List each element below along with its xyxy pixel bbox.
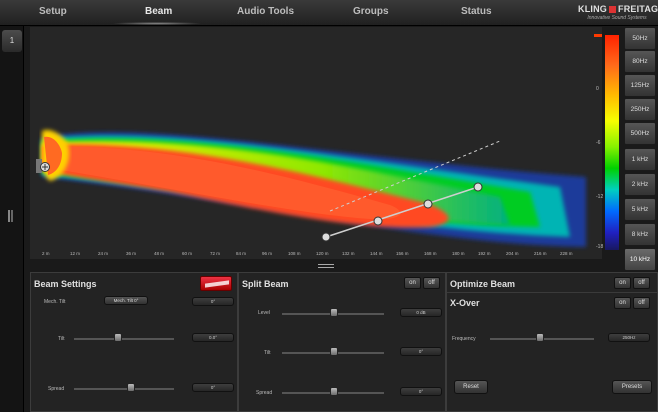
tilt-slider-track[interactable] [74,338,174,340]
x-tick: 132 m [342,251,355,256]
tilt-slider-knob[interactable] [114,333,122,342]
spread-slider-track[interactable] [74,388,174,390]
x-tick: 24 m [98,251,109,256]
x-tick: 120 m [316,251,329,256]
split-level-label: Level [258,310,270,316]
x-tick: 108 m [288,251,301,256]
x-tick: 192 m [478,251,491,256]
spread-field[interactable]: 0° [192,383,234,392]
colorbar-top-marker [594,34,602,37]
colorbar-tick: -12 [596,194,604,200]
freq-button-10khz[interactable]: 10 kHz [624,248,656,271]
split-beam-off-button[interactable]: off [423,277,440,289]
x-tick: 48 m [154,251,165,256]
brand-square-icon [609,6,616,14]
spread-label: Spread [48,386,65,392]
brand-left: KLING [578,4,607,14]
listener-mid-handle[interactable] [373,216,383,226]
beam-plot[interactable]: 2 m 12 m 24 m 36 m 48 m 60 m 72 m 84 m 9… [30,27,602,259]
freq-button-80hz[interactable]: 80Hz [624,50,656,73]
freq-button-125hz[interactable]: 125Hz [624,74,656,97]
colorbar-tick: -6 [596,140,601,146]
panel-resize-handle[interactable] [318,264,334,270]
xover-off-button[interactable]: off [633,297,650,309]
x-tick: 84 m [236,251,247,256]
freq-button-8khz[interactable]: 8 kHz [624,223,656,246]
page-one-button[interactable]: 1 [2,30,22,52]
x-tick: 72 m [210,251,221,256]
tilt-label: Tilt [58,336,65,342]
freq-button-5khz[interactable]: 5 kHz [624,198,656,221]
xover-on-button[interactable]: on [614,297,631,309]
top-nav-bar: Setup Beam Audio Tools Groups Status KLI… [0,0,658,26]
left-rail: 1 [0,26,24,412]
x-tick: 36 m [126,251,137,256]
optimize-off-button[interactable]: off [633,277,650,289]
split-spread-slider-knob[interactable] [330,387,338,396]
listener-point-handle[interactable] [423,199,433,209]
x-tick: 156 m [396,251,409,256]
split-spread-label: Spread [256,390,273,396]
listener-end-handle[interactable] [473,182,483,192]
section-divider [447,292,657,293]
colorbar-tick: -18 [596,244,604,250]
x-tick: 216 m [534,251,547,256]
split-beam-title: Split Beam [242,279,289,289]
rail-drag-handle-2[interactable] [11,210,13,222]
tab-status[interactable]: Status [461,6,492,17]
listener-start-handle[interactable] [321,232,331,242]
split-beam-on-button[interactable]: on [404,277,421,289]
split-level-slider-knob[interactable] [330,308,338,317]
x-tick: 168 m [424,251,437,256]
freq-button-2khz[interactable]: 2 kHz [624,173,656,196]
split-tilt-field[interactable]: 0° [400,347,442,356]
active-tab-indicator [112,22,202,25]
tab-beam[interactable]: Beam [145,6,172,17]
brand-subtitle: Innovative Sound Systems [587,15,647,21]
level-colorbar [605,35,619,250]
tab-audio-tools[interactable]: Audio Tools [237,6,294,17]
mech-tilt-field[interactable]: 0° [192,297,234,306]
split-spread-field[interactable]: 0° [400,387,442,396]
brand-logo: KLING FREITAG Innovative Sound Systems [578,4,658,21]
reset-button[interactable]: Reset [454,380,488,394]
beam-heatmap [36,129,586,247]
x-tick: 204 m [506,251,519,256]
brand-name: KLING FREITAG [578,4,658,14]
beam-preview-icon[interactable] [200,276,232,291]
x-tick: 180 m [452,251,465,256]
frequency-field[interactable]: 250Hz [608,333,650,342]
x-tick: 2 m [42,251,50,256]
frequency-label: Frequency [452,336,476,342]
tilt-field[interactable]: 0.0° [192,333,234,342]
presets-button[interactable]: Presets [612,380,652,394]
freq-button-50hz[interactable]: 50Hz [624,27,656,50]
x-tick: 228 m [560,251,573,256]
freq-button-500hz[interactable]: 500Hz [624,122,656,145]
tab-setup[interactable]: Setup [39,6,67,17]
rail-drag-handle[interactable] [8,210,10,222]
optimize-beam-title: Optimize Beam [450,279,516,289]
mech-tilt-label: Mech. Tilt [44,299,66,305]
split-tilt-label: Tilt [264,350,271,356]
brand-right: FREITAG [618,4,658,14]
xover-title: X-Over [450,298,480,308]
x-tick: 144 m [370,251,383,256]
freq-button-1khz[interactable]: 1 kHz [624,148,656,171]
optimize-on-button[interactable]: on [614,277,631,289]
split-level-field[interactable]: 0 dB [400,308,442,317]
x-tick: 96 m [262,251,273,256]
x-tick: 60 m [182,251,193,256]
x-tick: 12 m [70,251,81,256]
mech-tilt-select[interactable]: Mech. Tilt 0° [104,296,148,305]
split-tilt-slider-knob[interactable] [330,347,338,356]
tab-groups[interactable]: Groups [353,6,389,17]
colorbar-tick: 0 [596,86,599,92]
frequency-slider-knob[interactable] [536,333,544,342]
freq-button-250hz[interactable]: 250Hz [624,98,656,121]
spread-slider-knob[interactable] [127,383,135,392]
beam-settings-title: Beam Settings [34,279,97,289]
